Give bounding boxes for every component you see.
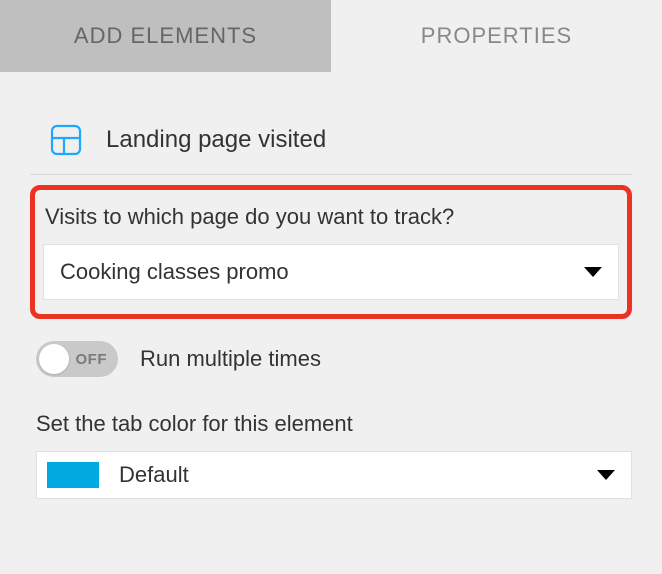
color-section: Set the tab color for this element Defau… (30, 411, 632, 499)
page-field-label: Visits to which page do you want to trac… (43, 204, 619, 230)
tab-add-elements[interactable]: ADD ELEMENTS (0, 0, 331, 72)
color-swatch (47, 462, 99, 488)
tab-label: ADD ELEMENTS (74, 23, 257, 49)
run-multiple-row: OFF Run multiple times (30, 341, 632, 377)
color-select-value: Default (119, 462, 189, 488)
run-multiple-toggle[interactable]: OFF (36, 341, 118, 377)
chevron-down-icon (597, 470, 615, 480)
properties-panel: Landing page visited Visits to which pag… (0, 72, 662, 499)
color-field-label: Set the tab color for this element (36, 411, 632, 437)
page-select-value: Cooking classes promo (60, 259, 289, 285)
page-select[interactable]: Cooking classes promo (43, 244, 619, 300)
toggle-knob (39, 344, 69, 374)
section-title: Landing page visited (106, 126, 326, 154)
page-icon (50, 124, 82, 156)
tab-properties[interactable]: PROPERTIES (331, 0, 662, 72)
run-multiple-label: Run multiple times (140, 346, 321, 372)
toggle-state-text: OFF (76, 351, 108, 368)
chevron-down-icon (584, 267, 602, 277)
tabs-bar: ADD ELEMENTS PROPERTIES (0, 0, 662, 72)
highlighted-field: Visits to which page do you want to trac… (30, 185, 632, 319)
tab-label: PROPERTIES (421, 23, 572, 49)
color-select[interactable]: Default (36, 451, 632, 499)
color-select-left: Default (47, 462, 189, 488)
section-header: Landing page visited (30, 112, 632, 175)
